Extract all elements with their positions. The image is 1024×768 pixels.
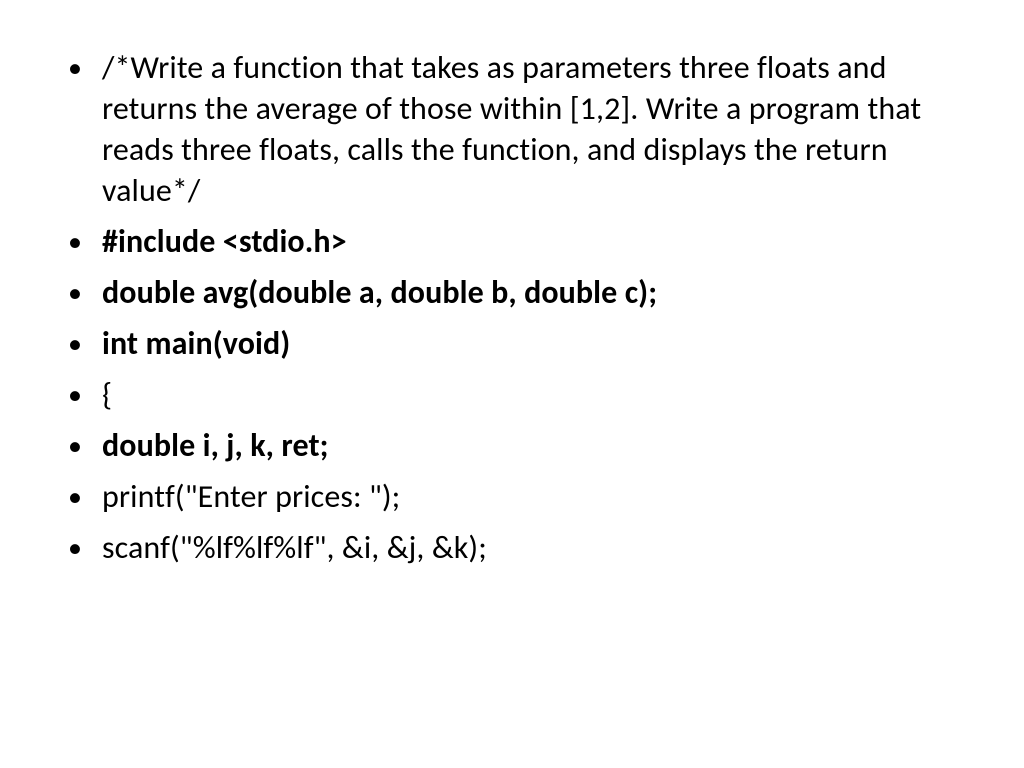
bullet-text: printf("Enter prices: "); xyxy=(102,477,400,516)
bullet-text: scanf("%lf%lf%lf", &i, &j, &k); xyxy=(102,528,487,567)
list-item: scanf("%lf%lf%lf", &i, &j, &k); xyxy=(60,528,964,569)
bullet-text: /*Write a function that takes as paramet… xyxy=(102,48,921,210)
bullet-text: #include <stdio.h> xyxy=(102,222,347,261)
slide-body: /*Write a function that takes as paramet… xyxy=(0,0,1024,768)
list-item: printf("Enter prices: "); xyxy=(60,477,964,518)
list-item: { xyxy=(60,375,964,416)
bullet-text: double i, j, k, ret; xyxy=(102,426,329,465)
list-item: double avg(double a, double b, double c)… xyxy=(60,273,964,314)
list-item: int main(void) xyxy=(60,324,964,365)
list-item: double i, j, k, ret; xyxy=(60,426,964,467)
bullet-text: { xyxy=(102,375,112,414)
list-item: #include <stdio.h> xyxy=(60,222,964,263)
bullet-list: /*Write a function that takes as paramet… xyxy=(60,48,964,568)
bullet-text: double avg(double a, double b, double c)… xyxy=(102,273,657,312)
list-item: /*Write a function that takes as paramet… xyxy=(60,48,964,212)
bullet-text: int main(void) xyxy=(102,324,290,363)
